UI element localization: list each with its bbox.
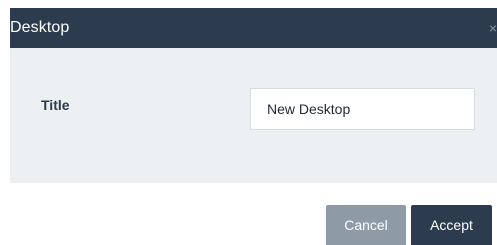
dialog-header: Desktop × [10, 8, 497, 48]
dialog-title: Desktop [10, 19, 70, 36]
dialog-body: Title [10, 48, 497, 183]
title-label: Title [41, 97, 70, 113]
accept-button[interactable]: Accept [411, 205, 492, 245]
close-icon[interactable]: × [485, 21, 497, 35]
cancel-button[interactable]: Cancel [326, 205, 406, 245]
desktop-dialog: Desktop × Title Cancel Accept [0, 0, 497, 245]
title-input[interactable] [250, 88, 475, 130]
